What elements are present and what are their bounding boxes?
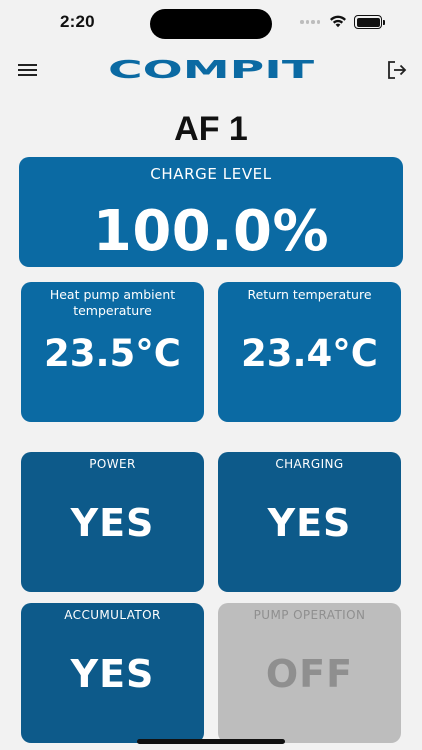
charging-label: CHARGING (275, 457, 344, 471)
charge-level-value: 100.0% (92, 199, 330, 264)
power-value: YES (70, 501, 155, 545)
home-indicator[interactable] (137, 739, 285, 744)
logo-text: COMPIT (108, 56, 314, 82)
charging-tile[interactable]: CHARGING YES (218, 452, 401, 592)
pump-operation-value: OFF (265, 652, 354, 696)
battery-icon (354, 15, 385, 29)
pump-operation-label: PUMP OPERATION (253, 608, 366, 622)
pump-operation-tile[interactable]: PUMP OPERATION OFF (218, 603, 401, 743)
return-temperature-tile[interactable]: Return temperature 23.4°C (218, 282, 401, 422)
logout-icon[interactable] (386, 60, 408, 80)
charging-value: YES (267, 501, 352, 545)
accumulator-tile[interactable]: ACCUMULATOR YES (21, 603, 204, 743)
ambient-temperature-tile[interactable]: Heat pump ambient temperature 23.5°C (21, 282, 204, 422)
hamburger-menu-icon[interactable] (18, 62, 38, 78)
charge-level-label: CHARGE LEVEL (150, 165, 272, 183)
return-temperature-value: 23.4°C (241, 332, 378, 375)
device-title: AF 1 (174, 110, 248, 148)
power-label: POWER (89, 457, 136, 471)
accumulator-label: ACCUMULATOR (64, 608, 161, 622)
return-temperature-label: Return temperature (247, 287, 372, 302)
accumulator-value: YES (70, 652, 155, 696)
status-bar: 2:20 (0, 0, 422, 46)
ambient-temperature-label: Heat pump ambient temperature (49, 287, 176, 318)
cellular-signal-icon (300, 20, 320, 24)
power-tile[interactable]: POWER YES (21, 452, 204, 592)
ambient-temperature-value: 23.5°C (44, 332, 181, 375)
compit-logo: COMPIT (108, 56, 314, 82)
wifi-icon (330, 15, 346, 28)
status-time: 2:20 (60, 12, 95, 31)
charge-level-tile[interactable]: CHARGE LEVEL 100.0% (19, 157, 403, 267)
dynamic-island (150, 9, 272, 39)
